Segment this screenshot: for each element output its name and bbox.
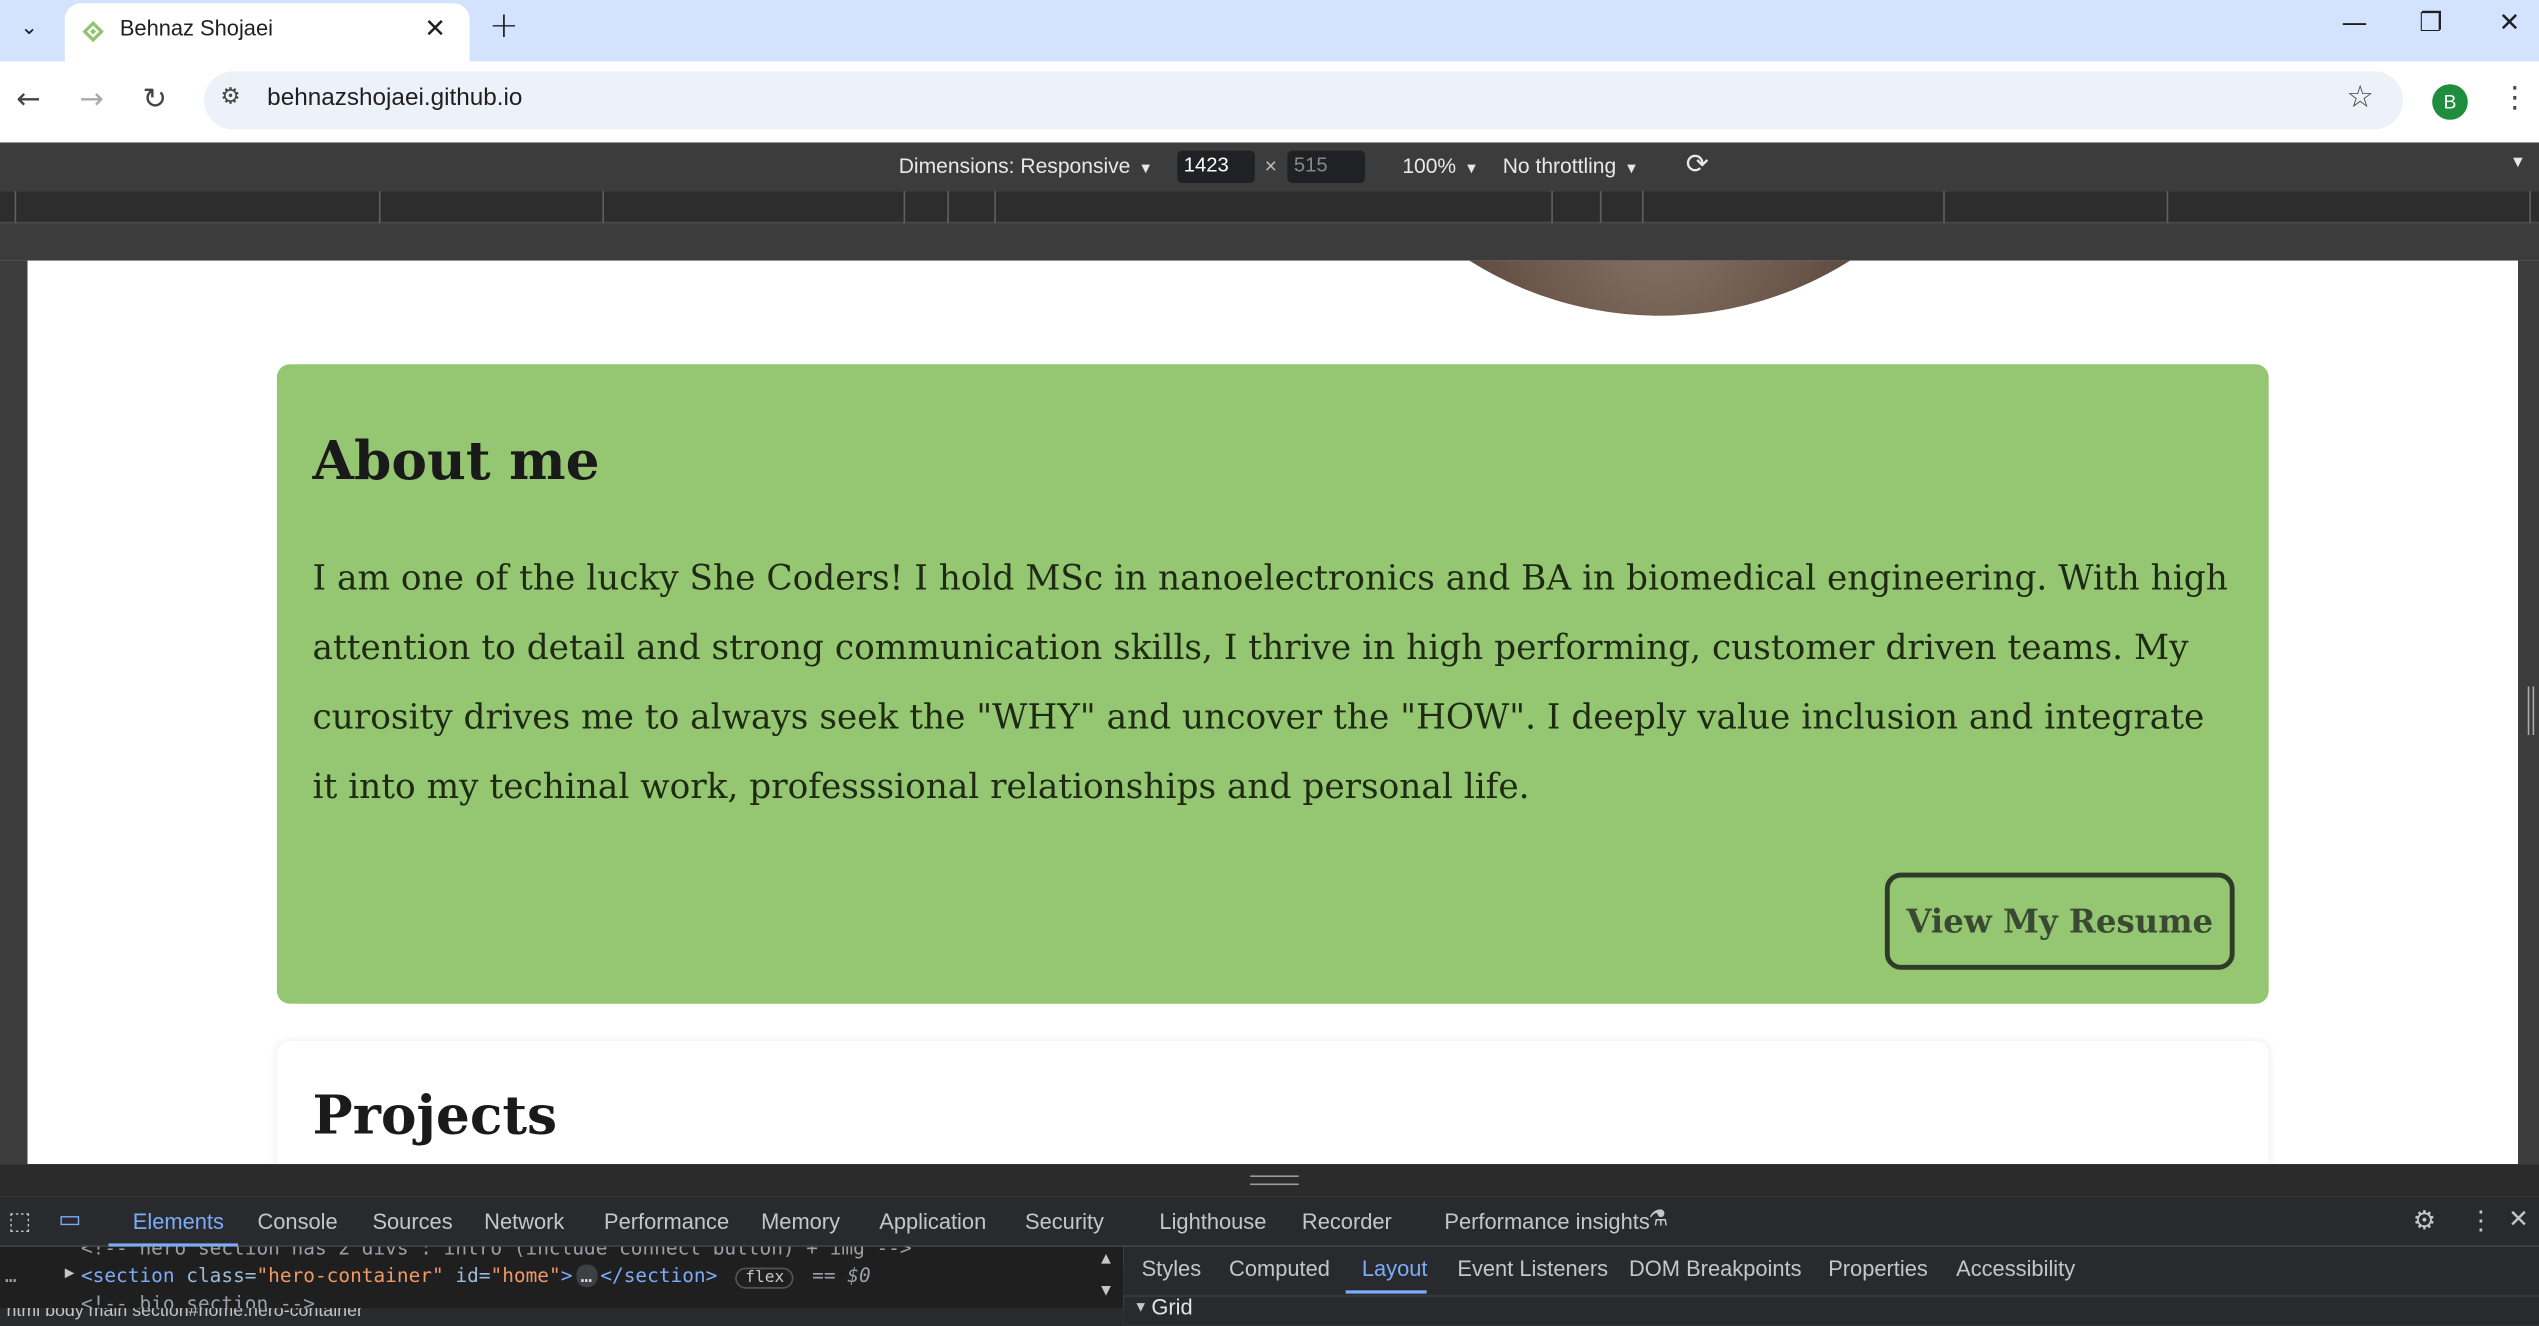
height-input[interactable]: 515 [1287,150,1366,183]
dimensions-select[interactable]: Dimensions: Responsive ▼ [899,154,1153,178]
settings-gear-icon[interactable]: ⚙ [2413,1205,2436,1237]
photo-detail [1964,260,2013,277]
tag-rest: > [560,1264,573,1288]
media-query-ruler [0,191,2539,224]
attr-id-name: id= [455,1264,491,1288]
width-input[interactable]: 1423 [1177,150,1255,183]
restore-icon[interactable]: ❐ [2419,6,2442,37]
minimize-icon[interactable]: — [2342,6,2368,37]
tab-console[interactable]: Console [257,1209,337,1233]
tab-accessibility[interactable]: Accessibility [1956,1256,2075,1280]
page-viewport: About me I am one of the lucky She Coder… [27,260,2519,1165]
tab-performance[interactable]: Performance [604,1209,729,1233]
splitter-grip-icon[interactable] [1250,1175,1299,1186]
tab-styles[interactable]: Styles [1142,1256,1202,1280]
view-resume-button[interactable]: View My Resume [1884,872,2235,970]
more-options-icon[interactable]: ▼ [2510,154,2526,172]
about-title: About me [312,429,600,493]
inspect-element-icon[interactable]: ⬚ [8,1206,31,1236]
selected-marker: == $0 [812,1264,871,1288]
dropdown-arrow-icon: ▼ [1464,160,1479,177]
projects-title: Projects [312,1083,558,1147]
tag-close: </section> [600,1264,718,1288]
device-frame-top [0,223,2539,261]
site-info-icon[interactable]: ⚙ [220,84,240,110]
devtools-tabbar: ⬚ ▭ Elements Console Sources Network Per… [0,1196,2539,1247]
device-toggle-icon[interactable]: ▭ [58,1205,81,1234]
times-sign: × [1264,153,1277,179]
throttling-label: No throttling [1502,153,1617,179]
url-text[interactable]: behnazshojaei.github.io [267,84,522,112]
close-window-icon[interactable]: ✕ [2499,6,2521,37]
scroll-down-icon[interactable]: ▼ [1101,1282,1111,1300]
scroll-up-icon[interactable]: ▲ [1101,1250,1111,1268]
collapse-triangle-icon[interactable]: ▼ [1134,1298,1148,1314]
styles-sidebar: Styles Computed Layout Event Listeners D… [1123,1246,2539,1326]
divider [1123,1295,2539,1297]
device-frame-left [0,260,28,1165]
dom-node-row[interactable]: … ▶ <section class="hero-container" id="… [0,1264,1124,1294]
dom-comment: <!-- hero section has 2 divs : intro (in… [80,1246,912,1260]
bookmark-star-icon[interactable]: ☆ [2346,79,2374,115]
attr-class-name: class= [186,1264,257,1288]
tab-memory[interactable]: Memory [761,1209,840,1233]
viewport-resize-handle[interactable] [2527,686,2535,736]
zoom-select[interactable]: 100% ▼ [1402,154,1478,178]
reload-icon[interactable]: ↻ [142,83,166,117]
tab-strip: ⌄ Behnaz Shojaei ✕ + — ❐ ✕ [0,0,2539,62]
tab-computed[interactable]: Computed [1229,1256,1330,1280]
address-bar[interactable]: ⚙ behnazshojaei.github.io ☆ [204,71,2404,130]
forward-icon[interactable]: → [79,83,103,117]
tab-lighthouse[interactable]: Lighthouse [1159,1209,1266,1233]
active-side-tab-underline [1345,1290,1427,1294]
dropdown-arrow-icon: ▼ [1624,160,1639,177]
tab-title: Behnaz Shojaei [119,16,273,41]
collapsed-ellipsis[interactable]: … [575,1264,598,1288]
devtools-menu-icon[interactable]: ⋮ [2468,1205,2494,1237]
rotate-icon[interactable]: ⟳ [1686,149,1709,181]
tab-performance-insights[interactable]: Performance insights [1444,1209,1649,1233]
throttling-select[interactable]: No throttling ▼ [1503,154,1639,178]
tab-properties[interactable]: Properties [1828,1256,1928,1280]
tab-event-listeners[interactable]: Event Listeners [1457,1256,1608,1280]
dom-breadcrumbs: html body main section#home.hero-contain… [0,1308,1124,1326]
tab-application[interactable]: Application [879,1209,986,1233]
attr-id-value: "home" [490,1264,561,1288]
profile-avatar[interactable]: B [2432,84,2468,120]
dimensions-label: Dimensions: Responsive [898,153,1131,179]
expand-triangle-icon[interactable]: ▶ [65,1264,75,1282]
about-text: I am one of the lucky She Coders! I hold… [312,556,2228,807]
browser-tab[interactable]: Behnaz Shojaei ✕ [64,3,470,62]
profile-photo [1303,260,2017,316]
dropdown-arrow-icon: ▼ [1138,160,1153,177]
back-icon[interactable]: ← [16,83,40,117]
row-dots-icon: … [4,1264,17,1288]
tab-search-chevron-icon[interactable]: ⌄ [6,6,51,48]
browser-menu-icon[interactable]: ⋮ [2500,81,2529,115]
device-toolbar: Dimensions: Responsive ▼ 1423 × 515 100% ▼… [0,142,2539,192]
experiment-flask-icon: ⚗ [1648,1206,1669,1231]
projects-section: Projects [276,1041,2269,1165]
flex-badge[interactable]: flex [735,1267,794,1289]
tab-recorder[interactable]: Recorder [1302,1209,1392,1233]
grid-section-label[interactable]: Grid [1151,1295,1192,1319]
tab-network[interactable]: Network [484,1209,564,1233]
about-section: About me I am one of the lucky She Coder… [276,364,2269,1004]
attr-class-value: "hero-container" [256,1264,444,1288]
close-devtools-icon[interactable]: ✕ [2508,1205,2528,1234]
browser-toolbar: ← → ↻ ⚙ behnazshojaei.github.io ☆ B ⋮ [0,61,2539,143]
breadcrumb-path[interactable]: html body main section#home.hero-contain… [6,1308,362,1321]
close-tab-icon[interactable]: ✕ [424,13,446,44]
site-favicon-icon [82,20,104,43]
tab-security[interactable]: Security [1025,1209,1104,1233]
new-tab-icon[interactable]: + [489,6,519,46]
tab-dom-breakpoints[interactable]: DOM Breakpoints [1629,1256,1802,1280]
tab-elements[interactable]: Elements [133,1209,224,1233]
zoom-label: 100% [1402,153,1457,179]
tab-sources[interactable]: Sources [372,1209,452,1233]
tab-layout[interactable]: Layout [1362,1256,1428,1280]
tag-open: <section [80,1264,175,1288]
